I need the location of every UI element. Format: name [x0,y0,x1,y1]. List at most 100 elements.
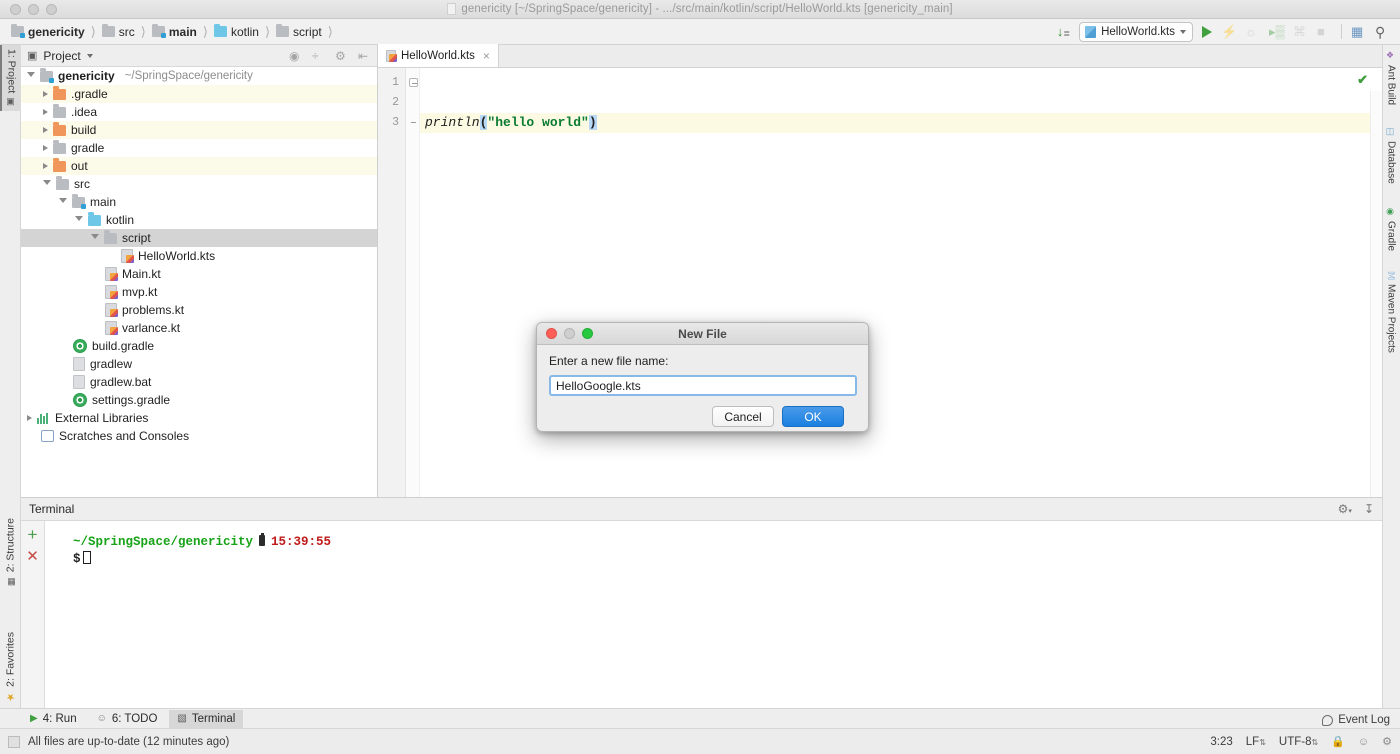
structure-icon: ▦ [5,576,16,586]
code-text[interactable]: println("hello world") [420,68,1382,497]
chevron-right-icon[interactable] [43,145,48,151]
event-log-button[interactable]: Event Log [1322,714,1390,726]
chevron-right-icon[interactable] [43,91,48,97]
tree-node-varlance-kt[interactable]: varlance.kt [21,319,377,337]
right-tool-strip: ❖ Ant Build ◫ Database ◉ Gradle 𝕄 Maven … [1382,45,1400,728]
window-title-text: genericity [~/SpringSpace/genericity] - … [461,3,953,15]
tree-node-genericity[interactable]: genericity ~/SpringSpace/genericity [21,67,377,85]
toggle-layout-icon[interactable]: ▦ [1351,24,1366,39]
cancel-button[interactable]: Cancel [712,406,774,427]
panel-title: Project [43,48,81,63]
run-configuration-selector[interactable]: HelloWorld.kts [1079,21,1193,42]
tree-node--gradle[interactable]: .gradle [21,85,377,103]
sidebar-item-gradle[interactable]: ◉ Gradle [1382,203,1400,255]
breadcrumb-item-kotlin[interactable]: kotlin [211,23,262,40]
tool-window-todo[interactable]: ☺ 6: TODO [89,710,166,728]
tree-node-main-kt[interactable]: Main.kt [21,265,377,283]
battery-icon [259,533,266,546]
build-status-icon[interactable] [8,735,20,748]
chevron-down-icon[interactable] [91,234,99,242]
sidebar-item-maven-projects[interactable]: 𝕄 Maven Projects [1382,267,1400,357]
sort-numeric-icon[interactable]: ↓≣ [1057,24,1070,39]
tree-node-label: gradle [71,141,105,155]
package-folder-icon [276,23,290,37]
search-everywhere-icon[interactable]: ⚲ [1375,24,1390,40]
encoding-selector[interactable]: UTF-8⇅ [1279,736,1318,748]
breadcrumb-item-script[interactable]: script [273,23,325,40]
fold-region-icon[interactable] [409,118,418,127]
breadcrumb-item-genericity[interactable]: genericity [8,23,88,40]
profiler-icon[interactable]: ▸▒ [1269,24,1285,39]
lock-icon[interactable]: 🔒 [1331,735,1345,748]
sidebar-item-ant-build[interactable]: ❖ Ant Build [1382,47,1400,109]
fold-region-icon[interactable] [409,78,418,87]
tree-node-build-gradle[interactable]: build.gradle [21,337,377,355]
project-tree[interactable]: genericity ~/SpringSpace/genericity .gradl… [21,67,377,497]
tree-node-main[interactable]: main [21,193,377,211]
tree-node-problems-kt[interactable]: problems.kt [21,301,377,319]
terminal-output[interactable]: ~/SpringSpace/genericity 15:39:55 $ [45,521,1382,728]
sidebar-item-project[interactable]: 1: Project ▣ [0,45,21,112]
chevron-down-icon[interactable] [1180,29,1186,34]
tree-node--idea[interactable]: .idea [21,103,377,121]
sidebar-item-structure[interactable]: ▦ 2: Structure [0,514,21,590]
editor-marker-bar[interactable] [1370,91,1382,497]
collapse-all-icon[interactable]: ÷ [312,49,325,63]
hide-panel-icon[interactable]: ⇤ [358,49,371,63]
breadcrumb-item-src[interactable]: src [99,23,138,40]
tree-node-mvp-kt[interactable]: mvp.kt [21,283,377,301]
plus-icon[interactable]: + [28,526,38,543]
tree-node-scratches-and-consoles[interactable]: Scratches and Consoles [21,427,377,445]
run-with-coverage-icon[interactable]: ☼ [1245,24,1260,39]
hide-panel-icon[interactable]: ↧ [1364,502,1374,516]
tree-node-gradlew-bat[interactable]: gradlew.bat [21,373,377,391]
tree-node-script[interactable]: script [21,229,377,247]
chevron-right-icon[interactable] [43,109,48,115]
tree-node-gradle[interactable]: gradle [21,139,377,157]
tree-node-kotlin[interactable]: kotlin [21,211,377,229]
tree-node-src[interactable]: src [21,175,377,193]
project-view-icon: ▣ [27,50,38,62]
chevron-right-icon[interactable] [43,127,48,133]
tree-node-helloworld-kts[interactable]: HelloWorld.kts [21,247,377,265]
ok-button[interactable]: OK [782,406,844,427]
chevron-right-icon[interactable] [27,415,32,421]
breadcrumb-item-main[interactable]: main [149,23,200,40]
chevron-down-icon[interactable] [75,216,83,224]
sidebar-item-label: Database [1385,141,1397,184]
chevron-down-icon[interactable] [86,53,93,58]
inspection-face-icon[interactable]: ☺ [1358,736,1369,748]
settings-gear-icon[interactable]: ⚙▾ [1338,502,1352,516]
run-icon[interactable] [1202,25,1212,38]
chevron-down-icon[interactable] [27,72,35,80]
code-folding-gutter[interactable] [406,68,420,497]
tool-window-run[interactable]: ▶ 4: Run [22,710,85,728]
tree-node-external-libraries[interactable]: External Libraries [21,409,377,427]
locate-icon[interactable]: ◉ [289,49,302,63]
tree-node-build[interactable]: build [21,121,377,139]
tree-node-gradlew[interactable]: gradlew [21,355,377,373]
stop-icon[interactable]: ■ [1317,24,1332,39]
close-x-icon[interactable]: ✕ [26,549,39,564]
inspection-status-icon[interactable]: ✔ [1357,72,1368,88]
sidebar-item-favorites[interactable]: ★ 2: Favorites [0,628,21,706]
chevron-right-icon[interactable] [43,163,48,169]
new-file-dialog: New File Enter a new file name: Cancel O… [536,322,869,432]
chevron-down-icon[interactable] [59,198,67,206]
tree-node-settings-gradle[interactable]: settings.gradle [21,391,377,409]
terminal-path: ~/SpringSpace/genericity [73,535,254,549]
sidebar-item-database[interactable]: ◫ Database [1382,123,1400,188]
settings-gear-icon[interactable]: ⚙ [335,49,348,63]
tool-window-terminal[interactable]: ▧ Terminal [169,709,244,728]
close-icon[interactable]: × [483,49,490,63]
settings-gear-icon[interactable]: ⚙ [1382,735,1392,748]
terminal-input-line[interactable]: $ [73,551,1382,566]
tree-node-out[interactable]: out [21,157,377,175]
line-separator-selector[interactable]: LF⇅ [1246,736,1266,748]
editor-tab-helloworld[interactable]: HelloWorld.kts × [378,44,499,67]
attach-process-icon[interactable]: ⌘ [1293,24,1308,39]
chevron-down-icon[interactable] [43,180,51,188]
file-name-input[interactable] [549,375,857,396]
caret-position[interactable]: 3:23 [1210,736,1232,748]
debug-icon[interactable]: ⚡ [1221,24,1237,39]
